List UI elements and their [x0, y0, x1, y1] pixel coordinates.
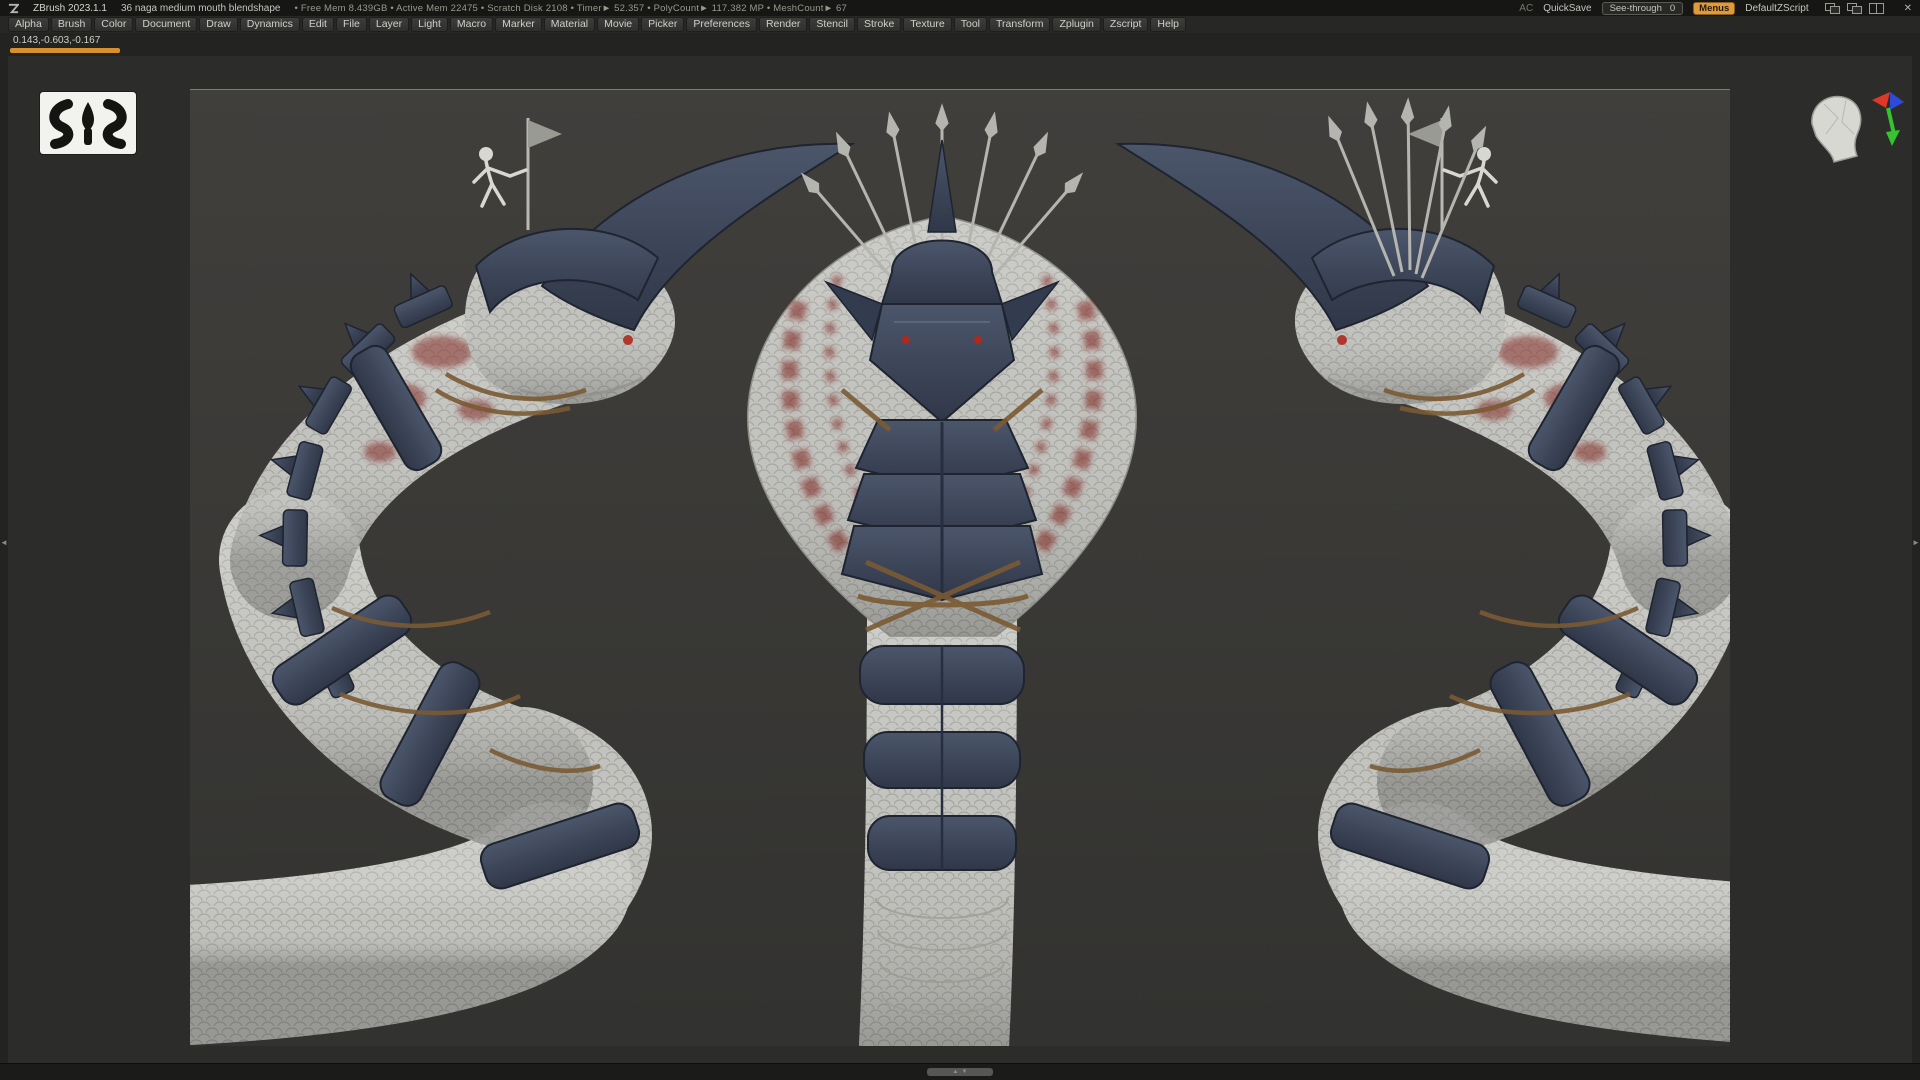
z-axis-arrow: [1890, 92, 1904, 110]
cursor-coordinates: 0.143,-0.603,-0.167: [13, 35, 100, 46]
menus-toggle-button[interactable]: Menus: [1693, 2, 1735, 15]
canvas-scroll-left-arrow[interactable]: ◄: [0, 538, 8, 548]
menu-item-movie[interactable]: Movie: [597, 17, 639, 32]
menu-item-color[interactable]: Color: [94, 17, 133, 32]
ac-indicator: AC: [1519, 3, 1533, 14]
menu-item-picker[interactable]: Picker: [641, 17, 684, 32]
see-through-slider[interactable]: See-through 0: [1602, 2, 1684, 15]
naga-silhouette-icon: [40, 92, 136, 154]
preview-head-model: [1812, 96, 1861, 162]
default-zscript-button[interactable]: DefaultZScript: [1745, 3, 1808, 14]
menu-item-document[interactable]: Document: [135, 17, 197, 32]
menu-item-zscript[interactable]: Zscript: [1103, 17, 1149, 32]
axis-gizmo: [1872, 92, 1904, 146]
menu-item-macro[interactable]: Macro: [450, 17, 493, 32]
sculpt-canvas[interactable]: [190, 89, 1730, 1046]
canvas-scroll-right-arrow[interactable]: ►: [1912, 538, 1920, 548]
menu-item-tool[interactable]: Tool: [954, 17, 987, 32]
menu-item-texture[interactable]: Texture: [903, 17, 951, 32]
close-icon[interactable]: ✕: [1904, 3, 1912, 14]
menu-item-alpha[interactable]: Alpha: [8, 17, 49, 32]
bottom-scrollbar-handle[interactable]: ▲ ▼: [927, 1068, 993, 1076]
naga-side-view-left: [190, 118, 852, 966]
naga-front-view: [748, 108, 1137, 1046]
scroll-down-icon: ▼: [962, 1068, 968, 1076]
menu-item-zplugin[interactable]: Zplugin: [1052, 17, 1100, 32]
menu-item-material[interactable]: Material: [544, 17, 595, 32]
menu-item-transform[interactable]: Transform: [989, 17, 1050, 32]
menu-item-draw[interactable]: Draw: [199, 17, 238, 32]
menu-item-file[interactable]: File: [336, 17, 367, 32]
zbrush-logo-icon: [8, 3, 19, 14]
see-through-value: 0: [1670, 3, 1675, 14]
window-layout-icon[interactable]: [1847, 3, 1862, 14]
menu-item-marker[interactable]: Marker: [495, 17, 542, 32]
menu-item-dynamics[interactable]: Dynamics: [240, 17, 300, 32]
see-through-label: See-through: [1610, 3, 1662, 14]
menu-bar: Alpha Brush Color Document Draw Dynamics…: [0, 16, 1920, 33]
alpha-thumbnail[interactable]: [40, 92, 136, 154]
naga-side-view-right: [1118, 102, 1730, 966]
menu-item-layer[interactable]: Layer: [369, 17, 409, 32]
menu-item-render[interactable]: Render: [759, 17, 807, 32]
quicksave-button[interactable]: QuickSave: [1543, 3, 1591, 14]
menu-item-stencil[interactable]: Stencil: [809, 17, 855, 32]
menu-item-stroke[interactable]: Stroke: [857, 17, 901, 32]
naga-sculpt-render: [190, 90, 1730, 1046]
x-axis-arrow: [1872, 92, 1890, 108]
memory-stats: • Free Mem 8.439GB • Active Mem 22475 • …: [295, 3, 848, 14]
y-axis-shaft: [1888, 108, 1894, 134]
camera-orientation-gizmo[interactable]: [1794, 84, 1906, 184]
menu-item-help[interactable]: Help: [1150, 17, 1186, 32]
menu-item-preferences[interactable]: Preferences: [686, 17, 757, 32]
menu-item-edit[interactable]: Edit: [302, 17, 334, 32]
y-axis-arrow: [1886, 130, 1900, 146]
menu-item-brush[interactable]: Brush: [51, 17, 92, 32]
menu-item-light[interactable]: Light: [411, 17, 448, 32]
accent-progress-bar: [10, 48, 120, 53]
window-layout-icon[interactable]: [1869, 3, 1884, 14]
document-title: 36 naga medium mouth blendshape: [121, 3, 281, 14]
title-bar: ZBrush 2023.1.1 36 naga medium mouth ble…: [0, 0, 1920, 16]
scroll-up-icon: ▲: [953, 1068, 959, 1076]
bottom-scrollbar[interactable]: ▲ ▼: [0, 1063, 1920, 1080]
window-layout-icon[interactable]: [1825, 3, 1840, 14]
workspace: [8, 56, 1912, 1064]
app-title: ZBrush 2023.1.1: [33, 3, 107, 14]
